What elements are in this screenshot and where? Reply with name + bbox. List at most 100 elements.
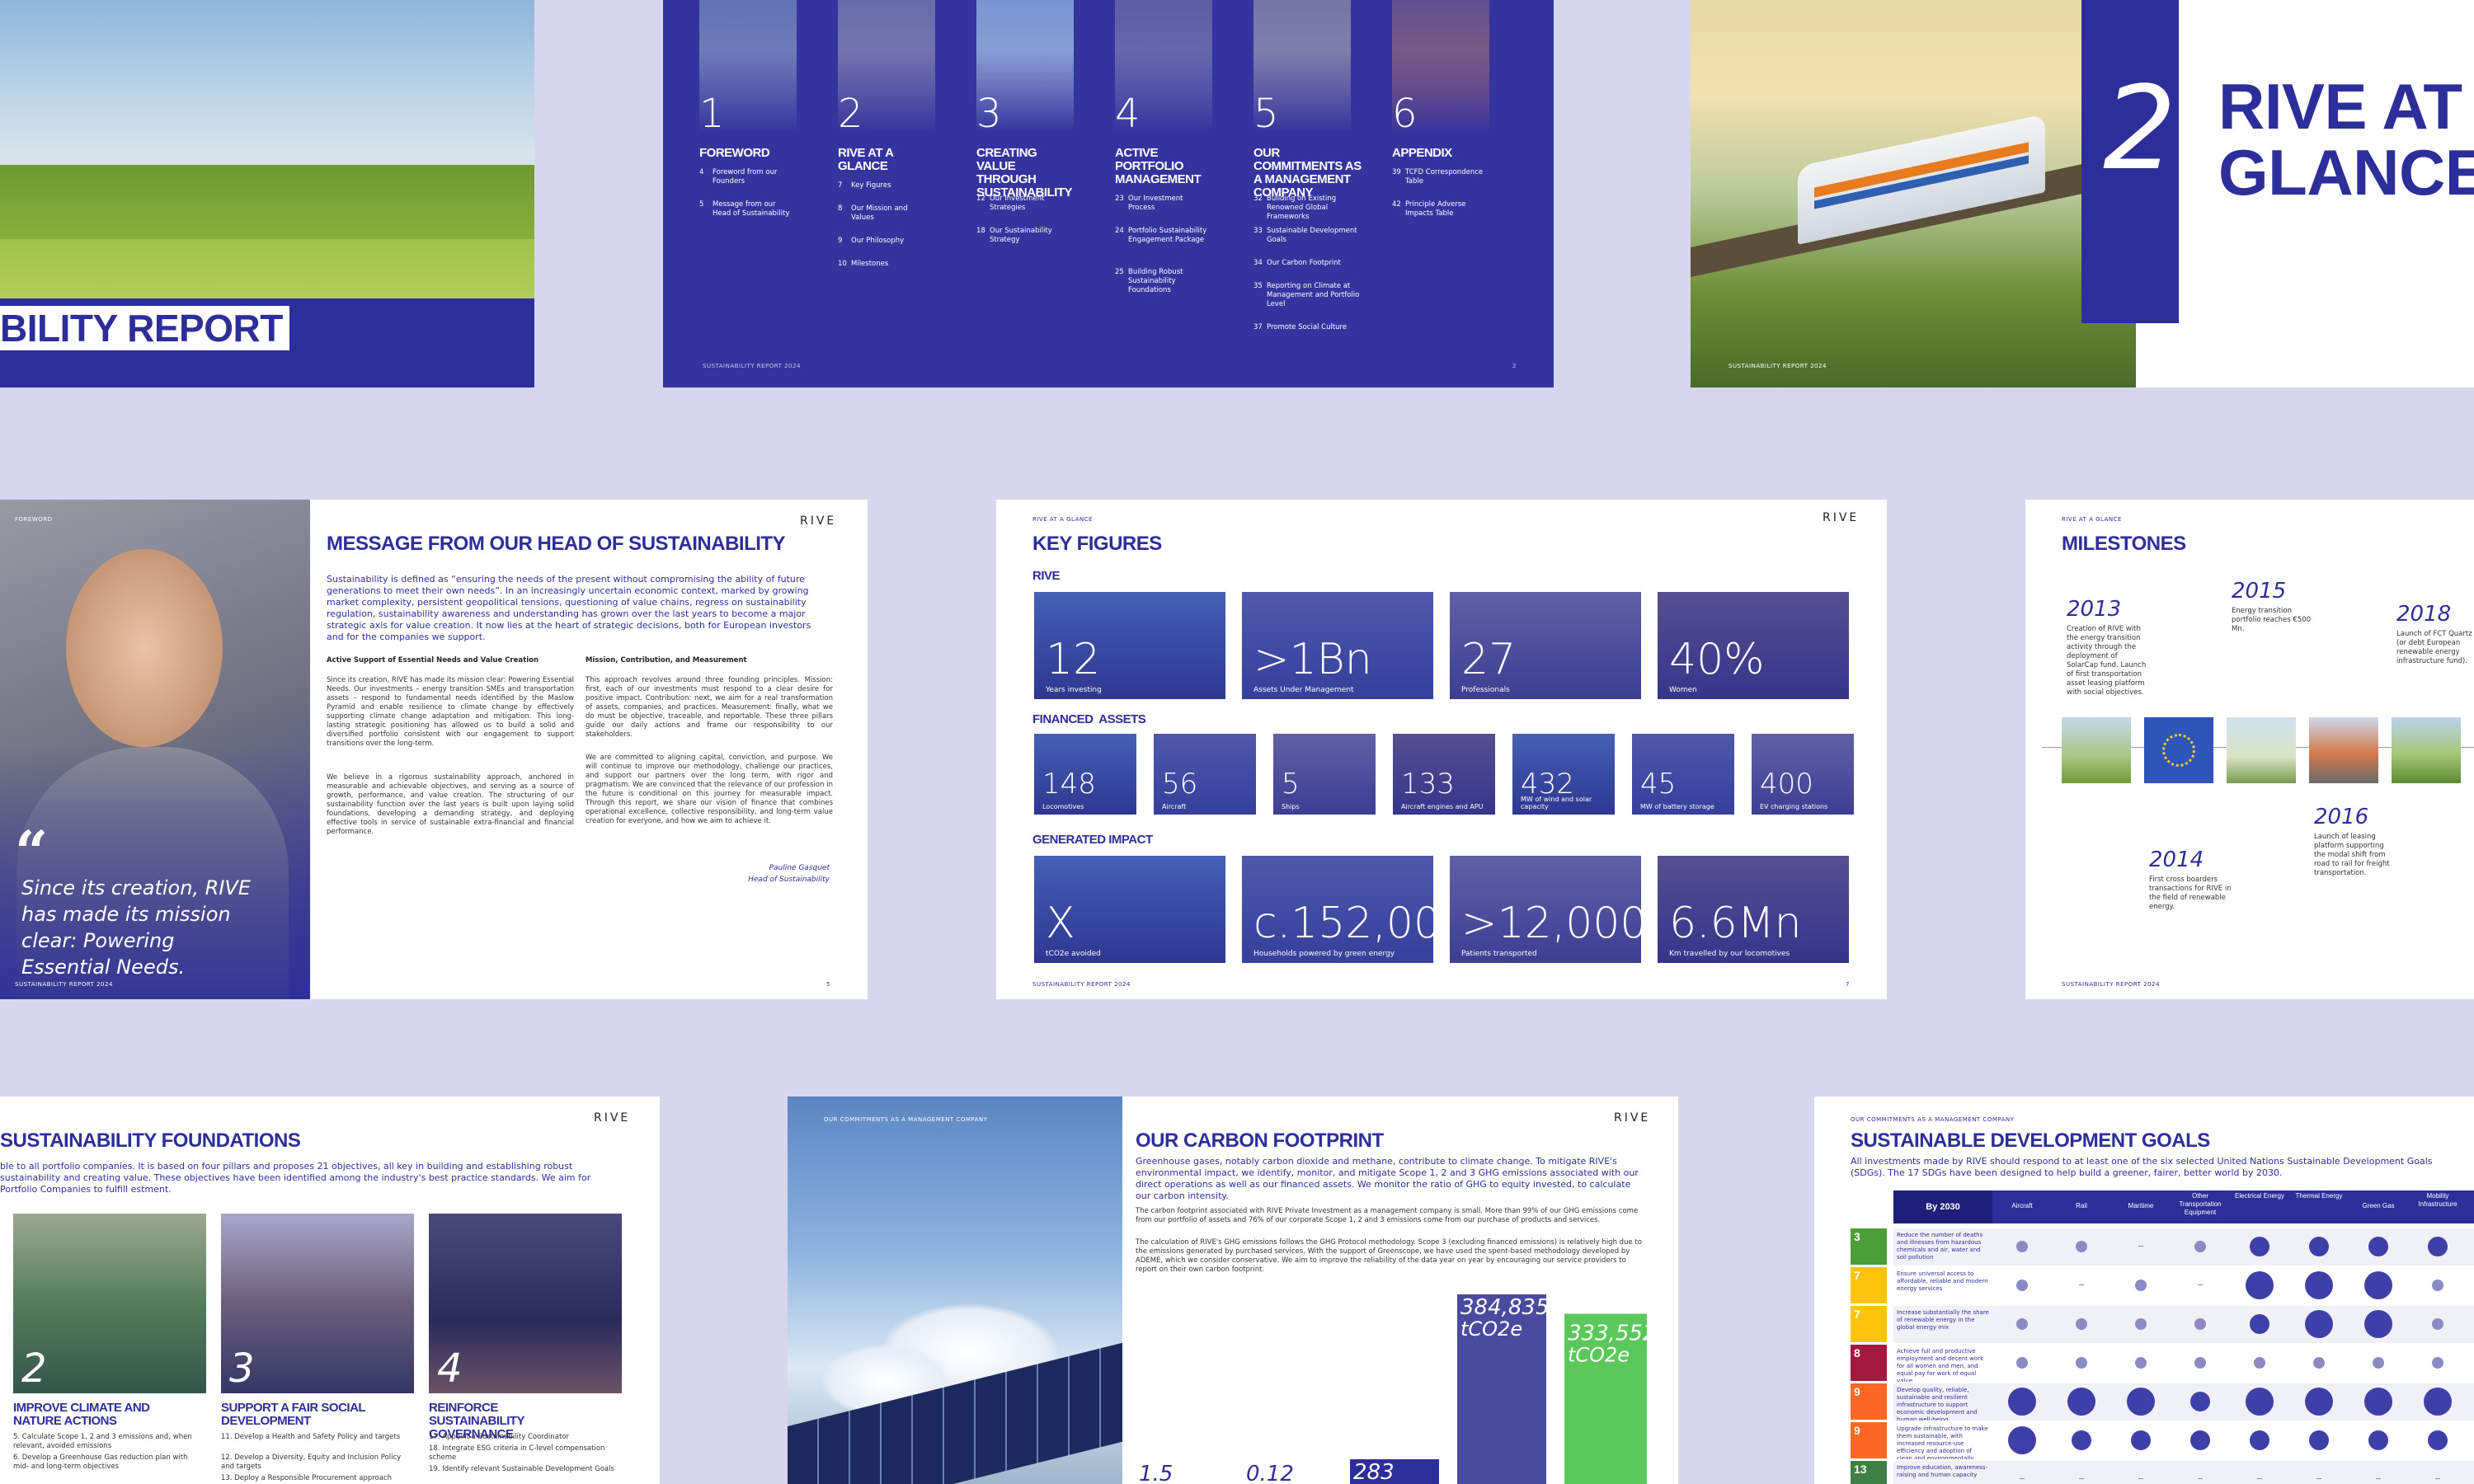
toc-section-title[interactable]: FOREWORD bbox=[699, 147, 790, 160]
assets-label: Ships bbox=[1282, 803, 1300, 810]
pillar-photo: 3 bbox=[221, 1214, 414, 1393]
pillar-objective: 12. Develop a Diversity, Equity and Incl… bbox=[221, 1453, 402, 1471]
rive-label: Professionals bbox=[1461, 686, 1510, 694]
signature-role: Head of Sustainability bbox=[748, 876, 830, 884]
toc-item-title[interactable]: Our Investment Process bbox=[1128, 195, 1207, 213]
toc-section-title[interactable]: APPENDIX bbox=[1392, 147, 1483, 160]
sdg-contribution-dot bbox=[2135, 1317, 2147, 1330]
sdg-none-mark bbox=[2376, 1477, 2381, 1479]
sdg-column-header: Maritime bbox=[2128, 1202, 2154, 1209]
assets-value: 5 bbox=[1282, 768, 1300, 801]
sdg-contribution-dot bbox=[2428, 1236, 2448, 1256]
toc-item-title[interactable]: Building on Existing Renowned Global Fra… bbox=[1267, 195, 1366, 222]
toc-item-title[interactable]: Building Robust Sustainability Foundatio… bbox=[1128, 268, 1207, 295]
sdg-contribution-dot bbox=[2076, 1356, 2087, 1369]
impact-tile: XtCO2e avoided bbox=[1034, 856, 1225, 963]
sdg-target-text: Ensure universal access to affordable, r… bbox=[1897, 1270, 1988, 1292]
pillar-title: IMPROVE CLIMATE AND NATURE ACTIONS bbox=[13, 1401, 150, 1428]
carbon-intro: Greenhouse gases, notably carbon dioxide… bbox=[1136, 1156, 1639, 1201]
sdg-contribution-dot bbox=[2368, 1236, 2388, 1256]
toc-item-title[interactable]: Principle Adverse Impacts Table bbox=[1405, 200, 1484, 218]
carbon-bar-chart: 1.50.12283384,835tCO2e333,552tCO2e bbox=[1139, 1294, 1647, 1484]
sdg-contribution-dot bbox=[2250, 1430, 2269, 1450]
message-col1-p1: Since its creation, RIVE has made its mi… bbox=[327, 676, 574, 748]
sdg-none-mark bbox=[2316, 1477, 2321, 1479]
glance-title-line2: GLANCE bbox=[2218, 136, 2474, 209]
toc-item-title[interactable]: Milestones bbox=[851, 260, 930, 269]
toc-item-title[interactable]: Reporting on Climate at Management and P… bbox=[1267, 282, 1366, 309]
toc-section-title[interactable]: OUR COMMITMENTS AS A MANAGEMENT COMPANY bbox=[1253, 147, 1369, 200]
sdg-contribution-dot bbox=[2424, 1387, 2452, 1416]
cover-field-front bbox=[0, 239, 534, 305]
sdg-contribution-dot bbox=[2194, 1240, 2206, 1252]
pillar-number: 2 bbox=[21, 1345, 47, 1392]
sdg-contribution-dot bbox=[2250, 1236, 2269, 1256]
impact-tile: c.152,000 Households powered by green ene… bbox=[1242, 856, 1433, 963]
sdg-contribution-dot bbox=[2364, 1309, 2392, 1338]
sdg-column-header: Green Gas bbox=[2362, 1202, 2395, 1209]
toc-item-title[interactable]: Message from our Head of Sustainability bbox=[713, 200, 792, 218]
toc-footer: SUSTAINABILITY REPORT 2024 bbox=[703, 363, 801, 369]
toc-item-title[interactable]: TCFD Correspondence Table bbox=[1405, 168, 1484, 186]
sdg-contribution-dot bbox=[2313, 1356, 2325, 1369]
foundations-page: RIVE SUSTAINABILITY FOUNDATIONS ble to a… bbox=[0, 1097, 660, 1484]
message-intro: Sustainability is defined as “ensuring t… bbox=[327, 574, 811, 642]
keyfigures-page-number: 7 bbox=[1846, 981, 1850, 988]
keyfigures-footer-left: SUSTAINABILITY REPORT 2024 bbox=[1032, 981, 1131, 988]
toc-item-title[interactable]: Our Carbon Footprint bbox=[1267, 259, 1366, 268]
message-col2-p1: This approach revolves around three foun… bbox=[586, 676, 833, 739]
assets-value: 45 bbox=[1640, 768, 1677, 801]
impact-value: X bbox=[1046, 899, 1075, 948]
sdg-target-text: Achieve full and productive employment a… bbox=[1897, 1348, 1984, 1382]
sdg-contribution-dot bbox=[2373, 1356, 2384, 1369]
sdg-contribution-dot bbox=[2016, 1356, 2028, 1369]
sdg-contribution-dot bbox=[2246, 1387, 2274, 1416]
sdg-contribution-dot bbox=[2250, 1313, 2269, 1334]
toc-item-title[interactable]: Portfolio Sustainability Engagement Pack… bbox=[1128, 227, 1207, 245]
toc-page-number: 2 bbox=[1512, 363, 1517, 369]
carbon-bar-label: 283 bbox=[1353, 1460, 1395, 1484]
toc-item-title[interactable]: Our Mission and Values bbox=[851, 204, 930, 223]
impact-value: >12,000 bbox=[1461, 899, 1641, 948]
sdg-column-header: Rail bbox=[2076, 1202, 2087, 1209]
sdg-contribution-dot bbox=[2305, 1270, 2333, 1299]
toc-section-number: 4 bbox=[1115, 91, 1141, 137]
sdg-none-mark bbox=[2020, 1477, 2025, 1479]
cover-sky bbox=[0, 0, 534, 173]
toc-section-title[interactable]: CREATING VALUE THROUGH SUSTAINABILITY bbox=[976, 147, 1073, 200]
milestone-photo-5 bbox=[2392, 717, 2461, 783]
rive-value: 27 bbox=[1461, 635, 1517, 684]
milestone-photo-3 bbox=[2227, 717, 2296, 783]
assets-value: 400 bbox=[1760, 768, 1813, 801]
pillar-objective: 17. Appoint a Sustainability Coordinator bbox=[429, 1433, 570, 1441]
toc-section-number: 1 bbox=[699, 91, 725, 137]
sdg-none-mark bbox=[2079, 1284, 2084, 1285]
sdg-target-text: Upgrade infrastructure to make them sust… bbox=[1897, 1425, 1988, 1459]
toc-item-title[interactable]: Promote Social Culture bbox=[1267, 323, 1366, 332]
toc-section-title[interactable]: ACTIVE PORTFOLIO MANAGEMENT bbox=[1115, 147, 1206, 186]
toc-item-title[interactable]: Our Investment Strategies bbox=[990, 195, 1069, 213]
pillar-number: 4 bbox=[437, 1345, 463, 1392]
toc-item-title[interactable]: Our Sustainability Strategy bbox=[990, 227, 1069, 245]
milestones-footer: SUSTAINABILITY REPORT 2024 bbox=[2062, 981, 2160, 988]
message-footer-left: SUSTAINABILITY REPORT 2024 bbox=[15, 981, 113, 988]
milestone-year: 2014 bbox=[2149, 848, 2204, 872]
impact-label: Households powered by green energy bbox=[1253, 950, 1395, 958]
sdg-contribution-dot bbox=[2016, 1279, 2028, 1291]
toc-section-title[interactable]: RIVE AT A GLANCE bbox=[838, 147, 929, 173]
toc-item-title[interactable]: Foreword from our Founders bbox=[713, 168, 792, 186]
sdg-target-text: Improve education, awareness-raising and… bbox=[1897, 1464, 1988, 1478]
pillar-number: 3 bbox=[229, 1345, 255, 1392]
rive-tile: 27 Professionals bbox=[1450, 592, 1641, 699]
sdg-contribution-dot bbox=[2067, 1387, 2095, 1416]
toc-page: 1 FOREWORD 4 Foreword from our Founders 5 Mes… bbox=[663, 0, 1554, 387]
message-title: MESSAGE FROM OUR HEAD OF SUSTAINABILITY bbox=[327, 533, 786, 555]
impact-group-label: GENERATED IMPACT bbox=[1032, 833, 1153, 847]
toc-item-title[interactable]: Key Figures bbox=[851, 181, 930, 190]
toc-item-title[interactable]: Our Philosophy bbox=[851, 237, 930, 246]
sdg-contribution-dot bbox=[2127, 1387, 2155, 1416]
sdg-goal-number: 9 bbox=[1854, 1424, 1860, 1437]
toc-item-title[interactable]: Sustainable Development Goals bbox=[1267, 227, 1366, 245]
rive-logo: RIVE bbox=[1614, 1111, 1651, 1125]
sdg-contribution-dot bbox=[2368, 1430, 2388, 1450]
